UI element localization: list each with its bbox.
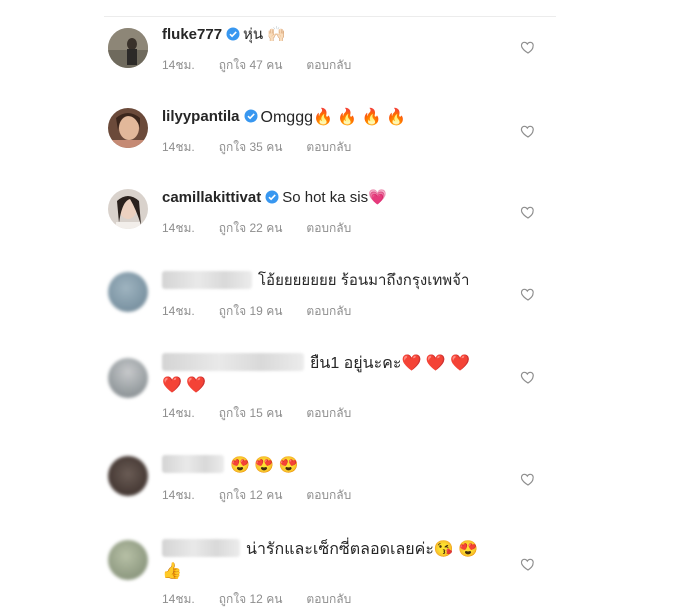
avatar[interactable] [108,28,148,68]
verified-badge-icon [244,108,258,130]
likes-count[interactable]: ถูกใจ 12 คน [219,592,283,606]
avatar-image [108,108,148,148]
reply-button[interactable]: ตอบกลับ [306,488,351,502]
comment-item: โอ้ยยยยยยย ร้อนมาถึงกรุงเทพจ้า 14ชม. ถูกใ… [96,270,556,330]
reply-button[interactable]: ตอบกลับ [306,406,351,420]
comment-text: น่ารักและเซ็กซี่ตลอดเลยค่ะ😘 😍 [246,541,479,558]
comment-meta: 14ชม. ถูกใจ 47 คน ตอบกลับ [162,56,351,75]
hidden-username[interactable] [162,539,240,557]
timestamp: 14ชม. [162,304,195,318]
avatar[interactable] [108,456,148,496]
divider [104,16,556,17]
comments-panel: fluke777 หุ่น 🙌🏻 14ชม. ถูกใจ 47 คน ตอบกลับ … [96,0,556,612]
likes-count[interactable]: ถูกใจ 35 คน [219,140,283,154]
heart-outline-icon[interactable] [520,556,536,572]
avatar[interactable] [108,189,148,229]
heart-outline-icon[interactable] [520,471,536,487]
comment-item: น่ารักและเซ็กซี่ตลอดเลยค่ะ😘 😍 👍 14ชม. ถูก… [96,538,556,610]
avatar-image [108,28,148,68]
reply-button[interactable]: ตอบกลับ [306,140,351,154]
timestamp: 14ชม. [162,58,195,72]
comment-text: Omggg🔥 🔥 🔥 🔥 [260,109,407,126]
likes-count[interactable]: ถูกใจ 22 คน [219,221,283,235]
heart-outline-icon[interactable] [520,204,536,220]
comment-text-continued: 👍 [162,563,182,580]
comment-line: ยืน1 อยู่นะคะ❤️ ❤️ ❤️ ❤️ ❤️ [162,352,512,396]
verified-badge-icon [265,189,279,211]
reply-button[interactable]: ตอบกลับ [306,221,351,235]
comment-line: โอ้ยยยยยยย ร้อนมาถึงกรุงเทพจ้า [162,270,512,292]
heart-outline-icon[interactable] [520,286,536,302]
comment-meta: 14ชม. ถูกใจ 22 คน ตอบกลับ [162,219,351,238]
comment-line: camillakittivat So hot ka sis💗 [162,187,512,211]
heart-outline-icon[interactable] [520,369,536,385]
timestamp: 14ชม. [162,221,195,235]
username[interactable]: lilyypantila [162,108,240,125]
avatar[interactable] [108,540,148,580]
comment-line: fluke777 หุ่น 🙌🏻 [162,24,512,48]
comment-text: So hot ka sis💗 [282,189,387,206]
comment-line: lilyypantila Omggg🔥 🔥 🔥 🔥 [162,106,512,130]
hidden-username[interactable] [162,455,224,473]
avatar-image [108,189,148,229]
timestamp: 14ชม. [162,488,195,502]
comment-item: camillakittivat So hot ka sis💗 14ชม. ถูกใจ… [96,187,556,247]
timestamp: 14ชม. [162,140,195,154]
likes-count[interactable]: ถูกใจ 15 คน [219,406,283,420]
avatar[interactable] [108,358,148,398]
comment-line: น่ารักและเซ็กซี่ตลอดเลยค่ะ😘 😍 👍 [162,538,512,582]
avatar[interactable] [108,108,148,148]
hidden-username[interactable] [162,353,304,371]
comment-item: 😍 😍 😍 14ชม. ถูกใจ 12 คน ตอบกลับ [96,454,556,514]
comment-meta: 14ชม. ถูกใจ 19 คน ตอบกลับ [162,302,351,321]
comment-text-continued: ❤️ ❤️ [162,377,207,394]
comment-item: fluke777 หุ่น 🙌🏻 14ชม. ถูกใจ 47 คน ตอบกลับ [96,24,556,84]
comment-meta: 14ชม. ถูกใจ 12 คน ตอบกลับ [162,486,351,505]
reply-button[interactable]: ตอบกลับ [306,304,351,318]
timestamp: 14ชม. [162,406,195,420]
comment-item: lilyypantila Omggg🔥 🔥 🔥 🔥 14ชม. ถูกใจ 35 ค… [96,106,556,166]
comment-text: ยืน1 อยู่นะคะ❤️ ❤️ ❤️ [310,355,471,372]
comment-item: ยืน1 อยู่นะคะ❤️ ❤️ ❤️ ❤️ ❤️ 14ชม. ถูกใจ 1… [96,352,556,422]
heart-outline-icon[interactable] [520,123,536,139]
timestamp: 14ชม. [162,592,195,606]
comment-meta: 14ชม. ถูกใจ 35 คน ตอบกลับ [162,138,351,157]
likes-count[interactable]: ถูกใจ 12 คน [219,488,283,502]
comment-line: 😍 😍 😍 [162,454,512,476]
username[interactable]: fluke777 [162,26,222,43]
comment-text: 😍 😍 😍 [230,457,299,474]
comment-text: โอ้ยยยยยยย ร้อนมาถึงกรุงเทพจ้า [258,272,470,289]
reply-button[interactable]: ตอบกลับ [306,592,351,606]
comment-meta: 14ชม. ถูกใจ 15 คน ตอบกลับ [162,404,351,423]
avatar[interactable] [108,272,148,312]
heart-outline-icon[interactable] [520,39,536,55]
likes-count[interactable]: ถูกใจ 19 คน [219,304,283,318]
comment-text: หุ่น 🙌🏻 [243,26,287,43]
reply-button[interactable]: ตอบกลับ [306,58,351,72]
likes-count[interactable]: ถูกใจ 47 คน [219,58,283,72]
hidden-username[interactable] [162,271,252,289]
username[interactable]: camillakittivat [162,189,261,206]
comment-meta: 14ชม. ถูกใจ 12 คน ตอบกลับ [162,590,351,609]
verified-badge-icon [226,26,240,48]
